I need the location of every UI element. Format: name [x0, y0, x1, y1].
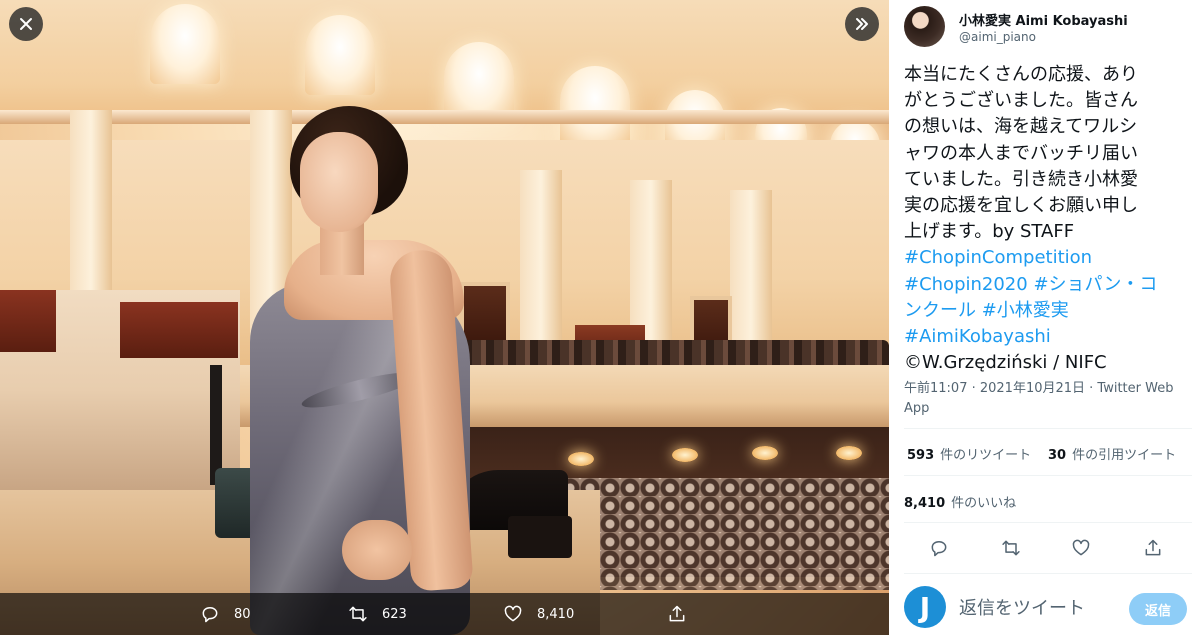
retweet-icon — [349, 606, 367, 622]
photo-pilaster — [730, 190, 772, 360]
tweet-text-line: 実の応援を宜しくお願い申し — [904, 195, 1138, 217]
display-name[interactable]: 小林愛実 Aimi Kobayashi — [959, 10, 1128, 29]
photo-cornice — [0, 110, 889, 124]
like-count: 8,410 — [537, 606, 575, 622]
photo-lamp — [568, 452, 594, 466]
hashtag-chopin2020[interactable]: #Chopin2020 — [904, 274, 1028, 295]
hashtag-kobayashi-aimi-jp[interactable]: #小林愛実 — [976, 300, 1069, 321]
tweet-text-line: がとうございました。皆さん — [904, 90, 1138, 112]
quotes-label: 件の引用ツイート — [1072, 448, 1177, 463]
photo-face — [300, 132, 378, 232]
close-button[interactable] — [9, 7, 43, 41]
expand-panel-button[interactable] — [845, 7, 879, 41]
hashtag-chopincompetition[interactable]: #ChopinCompetition — [904, 247, 1092, 268]
photo-hand — [342, 520, 412, 580]
divider — [904, 428, 1192, 429]
reply-icon — [931, 541, 947, 557]
photo-stage-panel — [0, 290, 56, 352]
hashtag-chopin-competition-jp[interactable]: #ショパン・コ — [1028, 274, 1157, 295]
retweet-count: 623 — [382, 606, 407, 622]
hashtag-aimikobayashi[interactable]: #AimiKobayashi — [904, 326, 1051, 347]
retweet-icon — [1002, 540, 1020, 556]
photo-lamp — [672, 448, 698, 462]
media-action-bar: 80 623 8,410 — [0, 593, 889, 635]
tweet-photo[interactable] — [0, 0, 889, 635]
photo-piano-bench — [508, 516, 572, 558]
retweets-stat[interactable]: 593 件のリツイート — [907, 444, 1031, 463]
tweet-text-line: ャワの本人までバッチリ届い — [904, 142, 1138, 164]
reply-avatar: J — [904, 586, 946, 628]
tweet-panel: 小林愛実 Aimi Kobayashi @aimi_piano 本当にたくさんの… — [889, 0, 1200, 635]
reply-submit-button[interactable]: 返信 — [1129, 593, 1187, 625]
photo-credit: ©W.Grzędziński / NIFC — [904, 352, 1107, 374]
share-icon — [1145, 539, 1161, 556]
divider — [904, 475, 1192, 476]
divider — [904, 573, 1192, 574]
photo-stage-panel — [120, 302, 238, 358]
like-action[interactable]: 8,410 — [503, 593, 574, 635]
tweet-text-line: ていました。引き続き小林愛 — [904, 168, 1138, 190]
tweet-text-line: 上げます。by STAFF — [904, 221, 1075, 243]
photo-pilaster — [520, 170, 562, 360]
tweet-text-line: の想いは、海を越えてワルシ — [904, 116, 1138, 138]
divider — [904, 522, 1192, 523]
retweet-button[interactable] — [998, 535, 1024, 561]
double-chevron-right-icon — [856, 18, 868, 30]
retweet-action[interactable]: 623 — [348, 593, 407, 635]
tweet-text-line: 本当にたくさんの応援、あり — [904, 64, 1138, 85]
reply-action[interactable]: 80 — [200, 593, 251, 635]
close-icon — [20, 18, 32, 30]
photo-balcony-audience — [450, 340, 889, 368]
hashtag-chopin-competition-jp[interactable]: ンクール — [904, 300, 976, 321]
likes-count: 8,410 — [904, 496, 946, 511]
tweet-timestamp[interactable]: 午前11:07 · 2021年10月21日 · Twitter Web App — [904, 379, 1189, 419]
reply-icon — [202, 607, 218, 623]
likes-stat[interactable]: 8,410 件のいいね — [904, 492, 1016, 511]
photo-window — [150, 4, 220, 84]
avatar[interactable] — [904, 6, 945, 47]
heart-icon — [1072, 539, 1090, 556]
photo-stand — [210, 365, 222, 485]
share-button[interactable] — [1140, 535, 1166, 561]
photo-audience — [560, 478, 889, 590]
retweets-label: 件のリツイート — [940, 448, 1032, 463]
photo-window — [560, 66, 630, 146]
quotes-count: 30 — [1048, 448, 1067, 463]
user-handle[interactable]: @aimi_piano — [959, 30, 1036, 44]
photo-window — [305, 15, 375, 95]
heart-icon — [504, 605, 522, 622]
like-button[interactable] — [1068, 535, 1094, 561]
share-icon — [669, 605, 685, 622]
photo-lamp — [836, 446, 862, 460]
share-action[interactable] — [667, 593, 687, 635]
quotes-stat[interactable]: 30 件の引用ツイート — [1048, 444, 1176, 463]
retweets-count: 593 — [907, 448, 935, 463]
media-viewer: 80 623 8,410 — [0, 0, 889, 635]
tweet-text: 本当にたくさんの応援、あり がとうございました。皆さん の想いは、海を越えてワル… — [904, 62, 1194, 376]
reply-count: 80 — [234, 606, 251, 622]
reply-input[interactable] — [959, 594, 1119, 622]
reply-button[interactable] — [926, 535, 952, 561]
photo-lamp — [752, 446, 778, 460]
likes-label: 件のいいね — [951, 496, 1017, 511]
